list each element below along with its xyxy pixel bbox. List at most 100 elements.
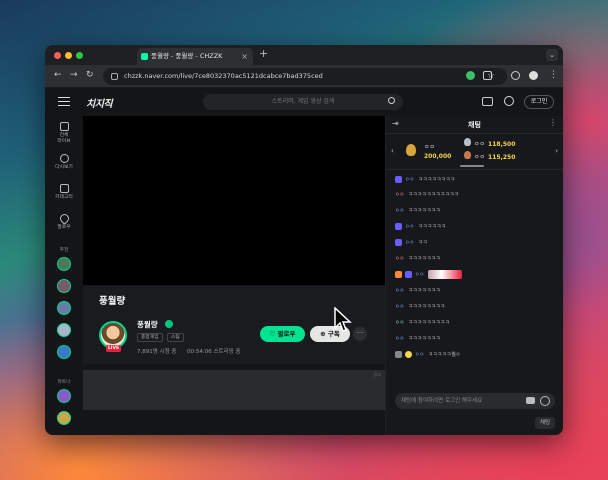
search-input[interactable]: 스트리머, 게임 영상 검색	[203, 94, 403, 110]
avatar[interactable]	[57, 257, 71, 271]
tab-title: 풍월량 - 풍월량 - CHZZK	[151, 52, 223, 60]
avatar[interactable]	[57, 279, 71, 293]
heart-icon	[57, 212, 71, 225]
studio-tv-icon[interactable]	[482, 97, 493, 106]
heart-icon: ♡	[269, 330, 278, 338]
section-partner: 파트너	[57, 380, 71, 385]
chat-menu-icon[interactable]: ⋮	[549, 118, 557, 127]
live-badge: LIVE	[106, 345, 121, 352]
extension-icon[interactable]	[466, 71, 475, 80]
login-button[interactable]: 로그인	[524, 95, 554, 109]
ranking-item: ㅇㅇ	[424, 144, 436, 151]
ad-label: 광고	[373, 372, 381, 377]
sidebar: 전체 라이브 다시보기 카테고리 팔로우 추천 파트너	[45, 116, 83, 435]
chat-header: ⇥ 채팅 ⋮	[386, 116, 563, 134]
chat-input[interactable]: 채팅에 참여하려면 로그인 해주세요	[395, 393, 555, 409]
extensions-puzzle-icon[interactable]	[483, 71, 492, 80]
reload-icon[interactable]: ↻	[86, 70, 94, 80]
donation-ranking: ‹ ㅇㅇ 200,000 ㅇㅇ 118,500 ㅇㅇ 115,250 ›	[386, 134, 563, 170]
ad-banner[interactable]: 광고	[83, 370, 385, 410]
chat-send-button[interactable]: 채팅	[535, 417, 555, 429]
chat-message: ㅇㅇ ㅋㅋㅋㅋㅋㅋㅋㅋ	[395, 176, 455, 183]
sidebar-item-category[interactable]: 카테고리	[45, 184, 83, 201]
fire-badge-icon	[395, 271, 402, 278]
avatar[interactable]	[57, 301, 71, 315]
chat-message: ㅇㅇ ㅋㅋㅋㅋㅋㅋㅋㅋ	[395, 304, 446, 310]
chat-message: ㅇㅇ ㅋㅋ	[395, 239, 427, 246]
sidebar-item-replay[interactable]: 다시보기	[45, 154, 83, 171]
chat-message: ㅇㅇ ㅋㅋㅋㅋㅋㅋㅋㅋㅋ	[395, 320, 450, 326]
donation-icon[interactable]	[526, 397, 535, 404]
plus-circle-icon: ⊕	[320, 330, 328, 338]
search-icon[interactable]	[388, 97, 395, 104]
close-tab-icon[interactable]: ×	[241, 48, 248, 65]
search-placeholder: 스트리머, 게임 영상 검색	[271, 98, 335, 105]
url-field[interactable]: chzzk.naver.com/live/7ce8032370ac5121dca…	[103, 68, 507, 85]
verified-icon	[165, 320, 173, 328]
url-text: chzzk.naver.com/live/7ce8032370ac5121dca…	[124, 72, 323, 80]
chat-title: 채팅	[468, 121, 481, 129]
tab-search-icon[interactable]: ⌄	[546, 49, 558, 61]
sidebar-item-label: 다시보기	[55, 165, 73, 170]
chat-message: ㅇㅇ ㅋㅋㅋㅋㅋㅋㅋㅋㅋㅋㅋ	[395, 192, 459, 198]
section-recommended: 추천	[59, 248, 69, 253]
back-icon[interactable]: ←	[54, 70, 62, 80]
subscriber-badge-icon	[395, 176, 402, 183]
stream-title: 풍월량	[99, 296, 126, 307]
address-toolbar: ← → ↻ chzzk.naver.com/live/7ce8032370ac5…	[45, 65, 563, 88]
forward-icon[interactable]: →	[70, 70, 78, 80]
emote-icon	[428, 270, 463, 279]
chat-message: ㅇㅇ ㅋㅋㅋㅋㅋㅋㅋ	[395, 256, 441, 262]
avatar[interactable]	[57, 345, 71, 359]
chat-message: ㅇㅇ ㅋㅋㅋㅋㅋㅋㅋ	[395, 208, 441, 214]
silver-medal-icon	[464, 138, 471, 146]
close-window-button[interactable]	[54, 52, 61, 59]
category-tag[interactable]: 스팀	[167, 333, 184, 342]
ranking-prev-icon[interactable]: ‹	[391, 147, 394, 155]
category-icon	[59, 184, 69, 193]
chat-message: ㅇㅇ ㅋㅋㅋㅋㅋㅋ	[395, 223, 446, 230]
stream-duration: 00:54:06 스트리밍 중	[187, 349, 241, 355]
profile-lab-icon[interactable]	[511, 71, 520, 80]
channel-name[interactable]: 풍월량	[137, 319, 158, 330]
ranking-next-icon[interactable]: ›	[555, 147, 558, 155]
subscriber-badge-icon	[395, 223, 402, 230]
account-avatar-icon[interactable]	[529, 71, 538, 80]
viewer-count: 7,891명 시청 중	[137, 349, 177, 355]
new-tab-button[interactable]: +	[259, 47, 268, 60]
chat-message: ㅇㅇ	[395, 270, 463, 279]
emoji-icon[interactable]	[540, 396, 550, 406]
browser-menu-icon[interactable]: ⋮	[549, 70, 558, 80]
avatar[interactable]	[57, 389, 71, 403]
follow-button[interactable]: ♡ 팔로우	[260, 326, 305, 342]
maximize-window-button[interactable]	[76, 52, 83, 59]
site-info-icon[interactable]	[111, 73, 118, 80]
chzzk-logo[interactable]: 치지직	[86, 95, 113, 110]
chat-panel: ⇥ 채팅 ⋮ ‹ ㅇㅇ 200,000 ㅇㅇ 118,500 ㅇㅇ 115,250 …	[385, 116, 563, 435]
category-tag[interactable]: 종합게임	[137, 333, 163, 342]
sidebar-item-live[interactable]: 전체 라이브	[45, 122, 83, 145]
ranking-page-indicator	[460, 165, 484, 167]
sidebar-item-label: 카테고리	[55, 195, 73, 200]
sidebar-item-label: 팔로우	[57, 225, 71, 230]
video-player[interactable]	[83, 116, 385, 285]
gold-medal-icon	[406, 144, 416, 156]
chat-messages: ㅇㅇ ㅋㅋㅋㅋㅋㅋㅋㅋ ㅇㅇ ㅋㅋㅋㅋㅋㅋㅋㅋㅋㅋㅋ ㅇㅇ ㅋㅋㅋㅋㅋㅋㅋ ㅇㅇ ㅋㅋㅋ…	[386, 171, 563, 389]
ranking-item: 200,000	[424, 153, 452, 160]
theme-toggle-icon[interactable]	[504, 96, 514, 106]
chzzk-page: 치지직 스트리머, 게임 영상 검색 로그인 전체 라이브 다시보기 카테고리	[45, 88, 563, 435]
more-options-button[interactable]: ···	[353, 327, 367, 341]
minimize-window-button[interactable]	[65, 52, 72, 59]
ranking-item: ㅇㅇ 118,500	[474, 141, 516, 148]
avatar[interactable]	[57, 411, 71, 425]
browser-window: 풍월량 - 풍월량 - CHZZK × + ⌄ ← → ↻ chzzk.nave…	[45, 45, 563, 435]
subscriber-badge-icon	[405, 271, 412, 278]
site-header: 치지직 스트리머, 게임 영상 검색 로그인	[45, 88, 563, 116]
replay-icon	[59, 154, 69, 163]
sidebar-item-follow[interactable]: 팔로우	[45, 212, 83, 231]
user-badge-icon	[395, 351, 402, 358]
avatar[interactable]	[57, 323, 71, 337]
browser-tab[interactable]: 풍월량 - 풍월량 - CHZZK ×	[137, 48, 253, 65]
subscriber-badge-icon	[395, 239, 402, 246]
hamburger-menu-icon[interactable]	[58, 97, 70, 106]
